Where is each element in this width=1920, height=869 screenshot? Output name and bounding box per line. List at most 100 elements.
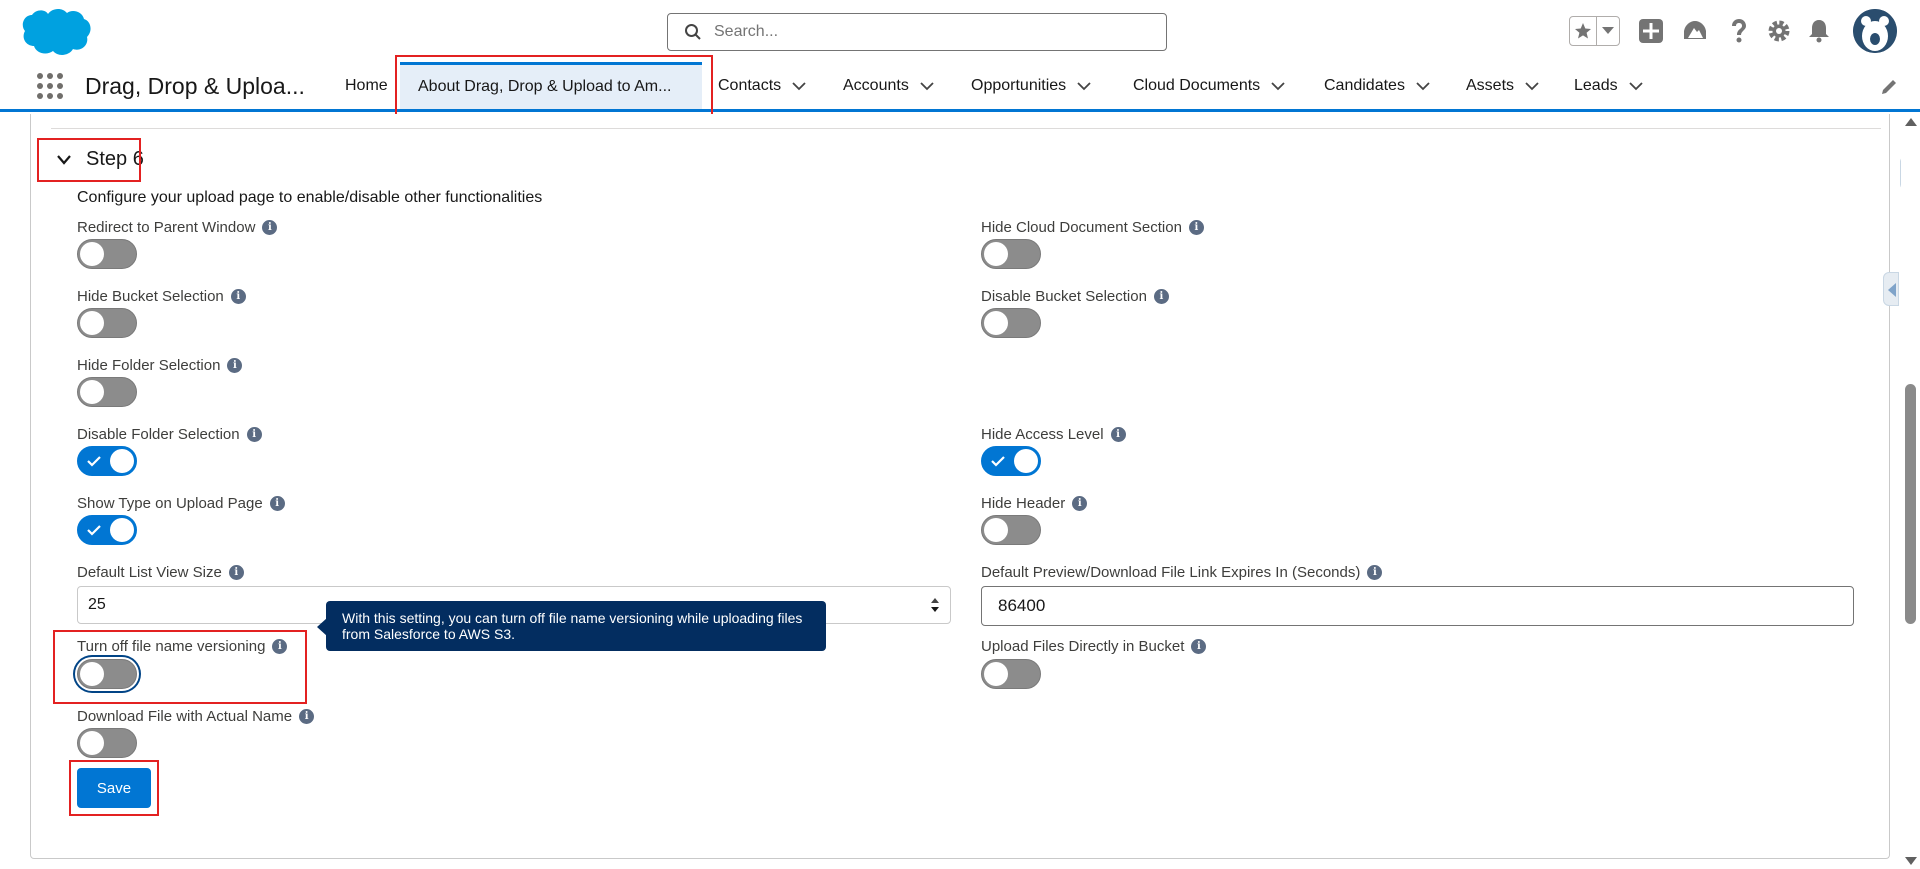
plus-icon (1639, 19, 1663, 43)
bell-icon (1809, 20, 1829, 43)
toggle-hide-header[interactable] (981, 515, 1041, 545)
info-icon[interactable]: i (262, 219, 278, 235)
trailhead-button[interactable] (1681, 17, 1709, 45)
info-icon[interactable]: i (1072, 495, 1088, 511)
global-header (0, 0, 1920, 62)
toggle-show-type[interactable] (77, 515, 137, 545)
toggle-download-actual[interactable] (77, 728, 137, 758)
toggle-redirect-parent[interactable] (77, 239, 137, 269)
user-avatar[interactable] (1853, 9, 1897, 53)
nav-item-assets[interactable]: Assets (1466, 62, 1540, 109)
scroll-down-arrow-icon[interactable] (1905, 857, 1917, 865)
settings-panel (30, 114, 1890, 859)
field-turn-off-versioning: Turn off file name versioning i (77, 636, 288, 656)
field-label: Hide Cloud Document Section (981, 218, 1182, 236)
chevron-down-icon[interactable] (1524, 78, 1540, 94)
info-icon[interactable]: i (269, 495, 285, 511)
nav-item-home[interactable]: Home (345, 62, 388, 109)
nav-item-label: Contacts (718, 76, 782, 94)
info-icon[interactable]: i (1153, 288, 1169, 304)
global-search[interactable] (667, 13, 1167, 51)
field-link-expires: Default Preview/Download File Link Expir… (981, 562, 1383, 582)
chevron-down-icon[interactable] (1270, 78, 1286, 94)
toggle-hide-access[interactable] (981, 446, 1041, 476)
toggle-disable-folder[interactable] (77, 446, 137, 476)
help-button[interactable] (1725, 17, 1753, 45)
toggle-hide-folder[interactable] (77, 377, 137, 407)
chevron-down-icon[interactable] (1628, 78, 1644, 94)
setup-button[interactable] (1765, 17, 1793, 45)
info-icon[interactable]: i (228, 564, 244, 580)
info-icon[interactable]: i (1110, 426, 1126, 442)
field-hide-folder: Hide Folder Selection i (77, 355, 243, 375)
caret-down-icon (1602, 27, 1615, 34)
info-icon[interactable]: i (1191, 638, 1207, 654)
info-icon[interactable]: i (246, 426, 262, 442)
info-icon[interactable]: i (227, 357, 243, 373)
toggle-hide-bucket[interactable] (77, 308, 137, 338)
favorites-button-group (1569, 16, 1620, 46)
nav-item-label: Accounts (843, 76, 909, 94)
nav-item-about[interactable]: About Drag, Drop & Upload to Am... (400, 62, 702, 109)
vertical-scrollbar[interactable] (1901, 114, 1920, 869)
chevron-down-icon[interactable] (791, 78, 807, 94)
save-button[interactable]: Save (77, 768, 151, 808)
info-icon[interactable]: i (230, 288, 246, 304)
arrow-left-icon (1888, 283, 1896, 297)
app-name: Drag, Drop & Uploa... (85, 73, 305, 99)
field-download-actual: Download File with Actual Name i (77, 706, 315, 726)
salesforce-logo[interactable] (18, 6, 92, 58)
toggle-upload-direct[interactable] (981, 659, 1041, 689)
utility-panel-tab-2[interactable] (1883, 272, 1899, 306)
check-icon (991, 456, 1005, 467)
scroll-thumb[interactable] (1905, 384, 1916, 624)
versioning-tooltip: With this setting, you can turn off file… (317, 601, 826, 651)
field-label: Hide Bucket Selection (77, 287, 224, 305)
chevron-down-icon[interactable] (1415, 78, 1431, 94)
nav-item-contacts[interactable]: Contacts (718, 62, 807, 109)
chevron-down-icon[interactable] (1076, 78, 1092, 94)
global-actions-button[interactable] (1637, 17, 1665, 45)
field-label: Default List View Size (77, 563, 222, 581)
nav-item-leads[interactable]: Leads (1574, 62, 1644, 109)
link-expires-input[interactable]: 86400 (981, 586, 1854, 626)
field-label: Disable Folder Selection (77, 425, 240, 443)
nav-item-label: Candidates (1324, 76, 1405, 94)
check-icon (87, 525, 101, 536)
step-title: Step 6 (86, 148, 144, 170)
field-disable-bucket: Disable Bucket Selection i (981, 286, 1169, 306)
favorites-star-button[interactable] (1570, 17, 1598, 45)
info-icon[interactable]: i (272, 638, 288, 654)
chevron-down-icon[interactable] (919, 78, 935, 94)
nav-item-label: Leads (1574, 76, 1618, 94)
tooltip-nub (317, 618, 327, 636)
step-6-header[interactable]: Step 6 (56, 148, 144, 171)
nav-item-candidates[interactable]: Candidates (1324, 62, 1431, 109)
question-icon (1732, 19, 1746, 43)
toggle-hide-cloud-doc[interactable] (981, 239, 1041, 269)
toggle-disable-bucket[interactable] (981, 308, 1041, 338)
nav-item-opportunities[interactable]: Opportunities (971, 62, 1092, 109)
app-nav-bar: Drag, Drop & Uploa... Home About Drag, D… (0, 55, 1920, 117)
bear-avatar-icon (1853, 9, 1897, 53)
nav-item-cloud-documents[interactable]: Cloud Documents (1133, 62, 1286, 109)
search-input[interactable] (714, 23, 1114, 41)
field-label: Show Type on Upload Page (77, 494, 263, 512)
app-launcher-icon[interactable] (36, 72, 64, 100)
scroll-up-arrow-icon[interactable] (1905, 118, 1917, 126)
favorites-menu-button[interactable] (1597, 17, 1619, 45)
search-icon (685, 24, 701, 40)
info-icon[interactable]: i (1367, 564, 1383, 580)
field-hide-cloud-doc: Hide Cloud Document Section i (981, 217, 1204, 237)
info-icon[interactable]: i (1188, 219, 1204, 235)
nav-item-label: Opportunities (971, 76, 1067, 94)
pencil-icon[interactable] (1880, 78, 1898, 96)
toggle-turn-off-versioning[interactable] (77, 659, 137, 689)
nav-item-label: Assets (1466, 76, 1515, 94)
star-icon (1575, 23, 1592, 39)
field-label: Disable Bucket Selection (981, 287, 1147, 305)
nav-item-accounts[interactable]: Accounts (843, 62, 935, 109)
info-icon[interactable]: i (299, 708, 315, 724)
field-upload-direct: Upload Files Directly in Bucket i (981, 636, 1207, 656)
notifications-button[interactable] (1805, 17, 1833, 45)
